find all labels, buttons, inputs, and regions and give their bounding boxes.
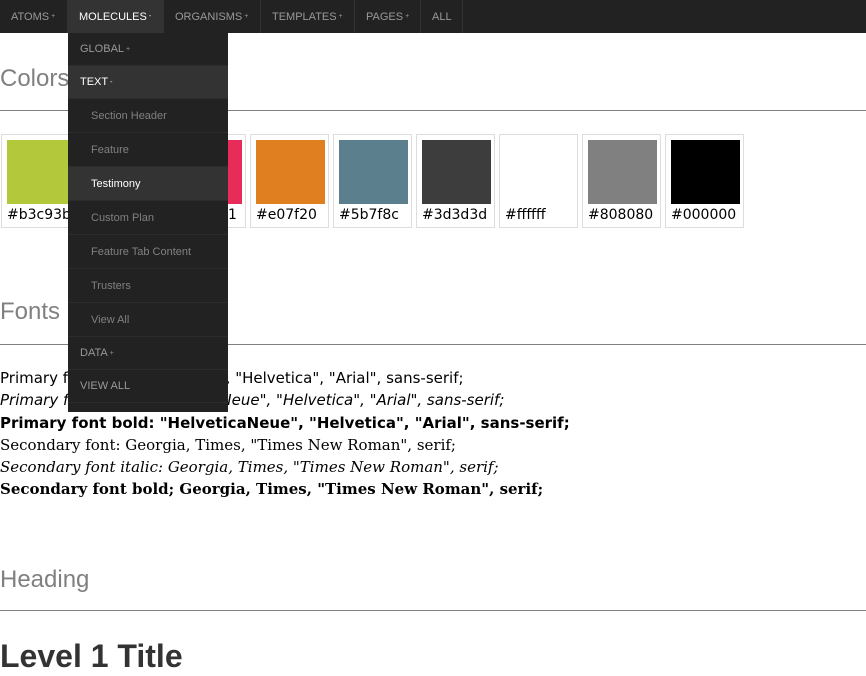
nav-item-label: PAGES: [366, 10, 404, 23]
color-swatch: #ffffff: [499, 134, 578, 228]
menu-item-global[interactable]: GLOBAL +: [68, 33, 228, 66]
nav-item-label: ATOMS: [11, 10, 50, 23]
color-chip: [588, 140, 657, 204]
nav-item-templates[interactable]: TEMPLATES +: [261, 0, 355, 33]
submenu-item-section-header[interactable]: Section Header: [68, 99, 228, 133]
menu-item-label: GLOBAL: [80, 43, 125, 55]
nav-item-label: TEMPLATES: [272, 10, 337, 23]
expand-icon: +: [109, 349, 114, 357]
color-chip: [339, 140, 408, 204]
submenu-item-testimony[interactable]: Testimony: [68, 167, 228, 201]
font-sample-primary-bold: Primary font bold: "HelveticaNeue", "Hel…: [0, 414, 570, 432]
expand-icon: +: [405, 13, 410, 20]
menu-item-data[interactable]: DATA +: [68, 337, 228, 370]
menu-item-label: TEXT: [80, 76, 109, 88]
menu-item-view-all[interactable]: VIEW ALL: [68, 370, 228, 403]
submenu-item-feature-tab-content[interactable]: Feature Tab Content: [68, 235, 228, 269]
submenu-item-view-all[interactable]: View All: [68, 303, 228, 337]
nav-item-organisms[interactable]: ORGANISMS +: [164, 0, 261, 33]
expand-icon: +: [244, 13, 249, 20]
color-hex-label: #808080: [588, 207, 654, 223]
color-swatch: #808080: [582, 134, 661, 228]
color-hex-label: 1: [228, 207, 237, 223]
submenu-item-custom-plan[interactable]: Custom Plan: [68, 201, 228, 235]
menu-item-text[interactable]: TEXT -: [68, 66, 228, 99]
heading-section-title: Heading: [0, 566, 90, 593]
nav-item-atoms[interactable]: ATOMS +: [0, 0, 68, 33]
color-swatch: #3d3d3d: [416, 134, 495, 228]
font-sample-secondary-italic: Secondary font italic: Georgia, Times, "…: [0, 458, 499, 476]
expand-icon: +: [338, 13, 343, 20]
color-chip: [671, 140, 740, 204]
nav-item-label: MOLECULES: [79, 10, 147, 23]
color-swatch: #000000: [665, 134, 744, 228]
section-divider: [0, 610, 866, 611]
collapse-icon: -: [110, 78, 113, 86]
collapse-icon: -: [148, 13, 152, 20]
color-chip: [7, 140, 76, 204]
color-hex-label: #3d3d3d: [422, 207, 488, 223]
color-hex-label: #e07f20: [256, 207, 317, 223]
nav-item-pages[interactable]: PAGES +: [355, 0, 421, 33]
color-hex-label: #ffffff: [505, 207, 546, 223]
molecules-dropdown-menu: GLOBAL + TEXT - Section Header Feature Tes…: [68, 33, 228, 412]
expand-icon: +: [51, 13, 56, 20]
color-chip: [256, 140, 325, 204]
colors-section-title: Colors: [0, 65, 70, 92]
submenu-item-feature[interactable]: Feature: [68, 133, 228, 167]
menu-item-label: DATA: [80, 347, 108, 359]
font-sample-secondary-bold: Secondary font bold; Georgia, Times, "Ti…: [0, 480, 544, 498]
nav-item-all[interactable]: ALL: [421, 0, 463, 33]
expand-icon: +: [126, 45, 131, 53]
nav-item-label: ORGANISMS: [175, 10, 243, 23]
color-hex-label: #000000: [671, 207, 737, 223]
nav-item-molecules[interactable]: MOLECULES -: [68, 0, 164, 33]
fonts-section-title: Fonts: [0, 298, 61, 325]
nav-item-label: ALL: [432, 10, 452, 23]
color-chip: [422, 140, 491, 204]
color-hex-label: #b3c93b: [7, 207, 71, 223]
color-swatch: #e07f20: [250, 134, 329, 228]
font-sample-secondary: Secondary font: Georgia, Times, "Times N…: [0, 436, 456, 454]
level-1-title: Level 1 Title: [0, 638, 183, 674]
top-nav: ATOMS + MOLECULES - ORGANISMS + TEMPLATES + …: [0, 0, 866, 33]
submenu-item-trusters[interactable]: Trusters: [68, 269, 228, 303]
color-chip: [505, 140, 574, 204]
color-swatch: #5b7f8c: [333, 134, 412, 228]
color-hex-label: #5b7f8c: [339, 207, 399, 223]
